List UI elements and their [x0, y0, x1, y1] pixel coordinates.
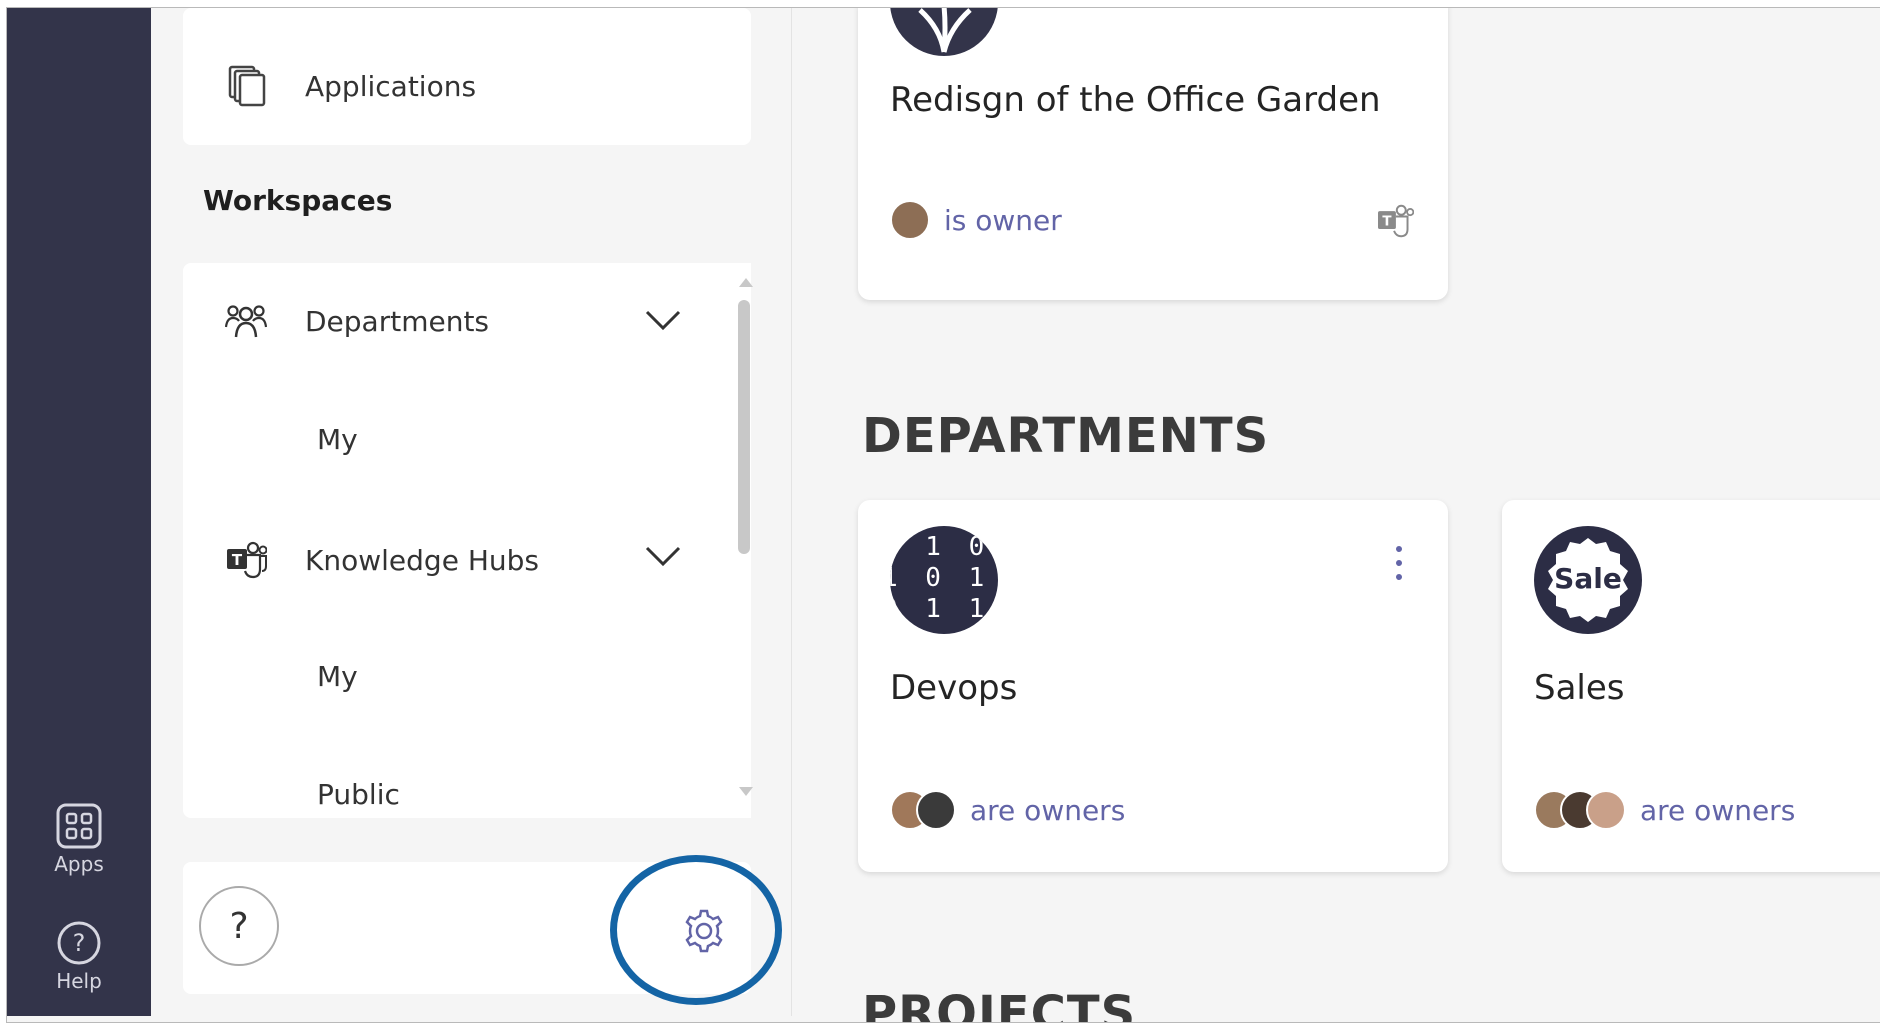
nav-group-departments[interactable]: Departments: [225, 303, 489, 339]
chevron-down-icon[interactable]: [645, 545, 681, 567]
workspace-title: Redisgn of the Office Garden: [890, 80, 1381, 120]
workspace-logo: [890, 8, 998, 56]
nav-group-knowledge-hubs[interactable]: T Knowledge Hubs: [225, 541, 539, 579]
workspace-title: Devops: [890, 668, 1018, 708]
applications-icon: [228, 65, 266, 107]
workspace-owners[interactable]: is owner: [890, 200, 1062, 240]
rail-help[interactable]: ? Help: [7, 920, 151, 993]
workspace-logo: Sale: [1534, 526, 1642, 634]
nav-item-knowledge-hubs-public[interactable]: Public: [317, 778, 400, 811]
people-icon: [225, 305, 267, 338]
workspace-owners[interactable]: are owners: [890, 790, 1125, 830]
owner-text: are owners: [970, 793, 1126, 827]
help-symbol: ?: [229, 905, 249, 947]
nav-group-departments-label: Departments: [305, 304, 490, 338]
help-button[interactable]: ?: [199, 886, 279, 966]
workspace-card[interactable]: Redisgn of the Office Garden is owner T: [858, 8, 1448, 300]
nav-item-label: My: [317, 660, 358, 693]
scroll-down-arrow[interactable]: [739, 787, 753, 796]
logo-text: Sale: [1554, 562, 1622, 595]
main-content: Redisgn of the Office Garden is owner T …: [792, 8, 1880, 1022]
rail-help-label: Help: [56, 969, 102, 993]
scroll-up-arrow[interactable]: [739, 278, 753, 287]
app-rail: Apps ? Help: [7, 8, 151, 1016]
chevron-down-icon[interactable]: [645, 309, 681, 331]
nav-item-departments-my[interactable]: My: [317, 423, 358, 456]
workspaces-list: Departments My T Knowledge Hubs My Publi…: [183, 263, 751, 818]
highlight-annotation: [610, 855, 782, 1005]
svg-text:T: T: [232, 551, 243, 569]
rail-apps-label: Apps: [54, 852, 104, 876]
nav-item-label: My: [317, 423, 358, 456]
workspace-logo: 0 1 0 1 1 0 1 1 0 1 1 0: [890, 526, 998, 634]
nav-applications-label: Applications: [305, 69, 477, 103]
nav-item-knowledge-hubs-my[interactable]: My: [317, 660, 358, 693]
owner-text: is owner: [944, 203, 1062, 237]
workspace-owners[interactable]: are owners: [1534, 790, 1795, 830]
workspace-title: Sales: [1534, 668, 1625, 708]
nav-applications[interactable]: Applications: [227, 64, 476, 108]
binary-logo-icon: 0 1 0 1 1 0 1 1 0 1 1 0: [890, 532, 991, 624]
more-options-icon[interactable]: [1394, 544, 1404, 582]
scrollbar-thumb[interactable]: [738, 300, 750, 554]
apps-grid-icon: [56, 803, 102, 849]
nav-group-knowledge-hubs-label: Knowledge Hubs: [305, 543, 539, 577]
svg-text:?: ?: [73, 929, 86, 957]
help-icon: ?: [57, 921, 101, 965]
svg-text:T: T: [1382, 214, 1392, 229]
teams-icon[interactable]: T: [1376, 204, 1414, 238]
avatar: [916, 790, 956, 830]
department-card-devops[interactable]: 0 1 0 1 1 0 1 1 0 1 1 0 Devops are owner…: [858, 500, 1448, 872]
plant-logo-icon: [918, 8, 972, 53]
departments-heading: DEPARTMENTS: [862, 408, 1270, 464]
workspaces-title: Workspaces: [203, 184, 393, 217]
teams-icon: T: [227, 541, 267, 579]
rail-apps[interactable]: Apps: [7, 803, 151, 876]
department-card-sales[interactable]: Sale Sales are owners: [1502, 500, 1880, 872]
applications-card: Applications: [183, 8, 751, 145]
avatar: [1586, 790, 1626, 830]
projects-heading: PROJECTS: [862, 986, 1137, 1023]
app-window: Apps ? Help Applications Workspaces Depa…: [6, 7, 1880, 1023]
owner-text: are owners: [1640, 793, 1796, 827]
avatar: [890, 200, 930, 240]
nav-item-label: Public: [317, 778, 400, 811]
